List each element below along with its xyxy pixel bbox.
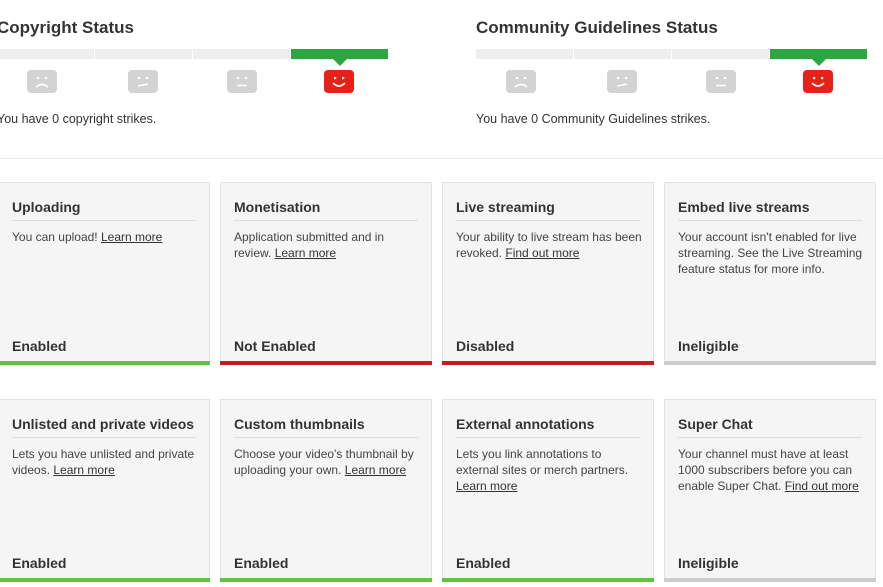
- feature-status: Enabled: [12, 555, 67, 571]
- strike-meter-segment: [574, 49, 671, 59]
- feature-card-super-chat: Super Chat Your channel must have at lea…: [664, 399, 876, 582]
- smile-face-icon: [803, 70, 833, 93]
- learn-more-link[interactable]: Learn more: [53, 463, 114, 477]
- feature-card-live-streaming: Live streaming Your ability to live stre…: [442, 182, 654, 365]
- feature-description: Lets you have unlisted and private video…: [12, 447, 195, 477]
- slight-frown-face-icon: [607, 70, 637, 93]
- feature-title: Unlisted and private videos: [12, 416, 195, 432]
- strike-meter-pointer: [333, 59, 347, 66]
- feature-card-unlisted-private-videos: Unlisted and private videos Lets you hav…: [0, 399, 210, 582]
- status-bar: [220, 361, 432, 365]
- card-divider: [234, 437, 418, 438]
- learn-more-link[interactable]: Learn more: [275, 246, 336, 260]
- community-strikes-message: You have 0 Community Guidelines strikes.: [476, 112, 711, 126]
- feature-description: Lets you link annotations to external si…: [456, 447, 629, 493]
- copyright-strikes-message: You have 0 copyright strikes.: [0, 112, 157, 126]
- card-divider: [234, 220, 418, 221]
- strike-meter-segment: [193, 49, 290, 59]
- card-divider: [456, 220, 640, 221]
- feature-description: Your ability to live stream has been rev…: [456, 230, 642, 260]
- feature-title: Super Chat: [678, 416, 753, 432]
- strike-meter-segment: [476, 49, 573, 59]
- status-bar: [220, 578, 432, 582]
- strike-meter-segment: [291, 49, 388, 59]
- learn-more-link[interactable]: Learn more: [345, 463, 406, 477]
- community-guidelines-status-title: Community Guidelines Status: [476, 18, 718, 37]
- feature-status: Ineligible: [678, 555, 739, 571]
- card-divider: [678, 437, 862, 438]
- copyright-strike-meter: [0, 49, 390, 66]
- feature-status: Enabled: [12, 338, 67, 354]
- frown-face-icon: [27, 70, 57, 93]
- feature-status: Enabled: [456, 555, 511, 571]
- slight-frown-face-icon: [128, 70, 158, 93]
- card-divider: [678, 220, 862, 221]
- strike-meter-pointer: [812, 59, 826, 66]
- status-bar: [0, 578, 210, 582]
- feature-status: Not Enabled: [234, 338, 316, 354]
- strike-meter-segment: [0, 49, 94, 59]
- card-divider: [456, 437, 640, 438]
- learn-more-link[interactable]: Learn more: [456, 479, 517, 493]
- find-out-more-link[interactable]: Find out more: [785, 479, 859, 493]
- feature-description: Your channel must have at least 1000 sub…: [678, 447, 859, 493]
- feature-status: Ineligible: [678, 338, 739, 354]
- status-bar: [0, 361, 210, 365]
- feature-title: Uploading: [12, 199, 81, 215]
- strike-meter-segment: [770, 49, 867, 59]
- feature-title: Embed live streams: [678, 199, 810, 215]
- card-divider: [12, 220, 196, 221]
- feature-description: You can upload! Learn more: [12, 230, 163, 244]
- feature-description: Your account isn't enabled for live stre…: [678, 230, 863, 276]
- status-bar: [442, 578, 654, 582]
- feature-description: Choose your video's thumbnail by uploadi…: [234, 447, 414, 477]
- feature-title: Monetisation: [234, 199, 321, 215]
- status-bar: [442, 361, 654, 365]
- feature-title: Live streaming: [456, 199, 555, 215]
- feature-card-external-annotations: External annotations Lets you link annot…: [442, 399, 654, 582]
- strike-meter-segment: [95, 49, 192, 59]
- feature-status: Enabled: [234, 555, 289, 571]
- feature-card-embed-live-streams: Embed live streams Your account isn't en…: [664, 182, 876, 365]
- copyright-status-title: Copyright Status: [0, 18, 134, 37]
- find-out-more-link[interactable]: Find out more: [505, 246, 579, 260]
- neutral-face-icon: [706, 70, 736, 93]
- neutral-face-icon: [227, 70, 257, 93]
- section-divider: [0, 158, 883, 159]
- feature-status: Disabled: [456, 338, 515, 354]
- feature-title: External annotations: [456, 416, 595, 432]
- smile-face-icon: [324, 70, 354, 93]
- card-divider: [12, 437, 196, 438]
- feature-title: Custom thumbnails: [234, 416, 365, 432]
- feature-card-custom-thumbnails: Custom thumbnails Choose your video's th…: [220, 399, 432, 582]
- learn-more-link[interactable]: Learn more: [101, 230, 162, 244]
- status-bar: [664, 361, 876, 365]
- status-bar: [664, 578, 876, 582]
- community-strike-meter: [476, 49, 869, 66]
- strike-meter-segment: [672, 49, 769, 59]
- frown-face-icon: [506, 70, 536, 93]
- feature-card-monetisation: Monetisation Application submitted and i…: [220, 182, 432, 365]
- feature-card-uploading: Uploading You can upload! Learn more Ena…: [0, 182, 210, 365]
- feature-description: Application submitted and in review. Lea…: [234, 230, 385, 260]
